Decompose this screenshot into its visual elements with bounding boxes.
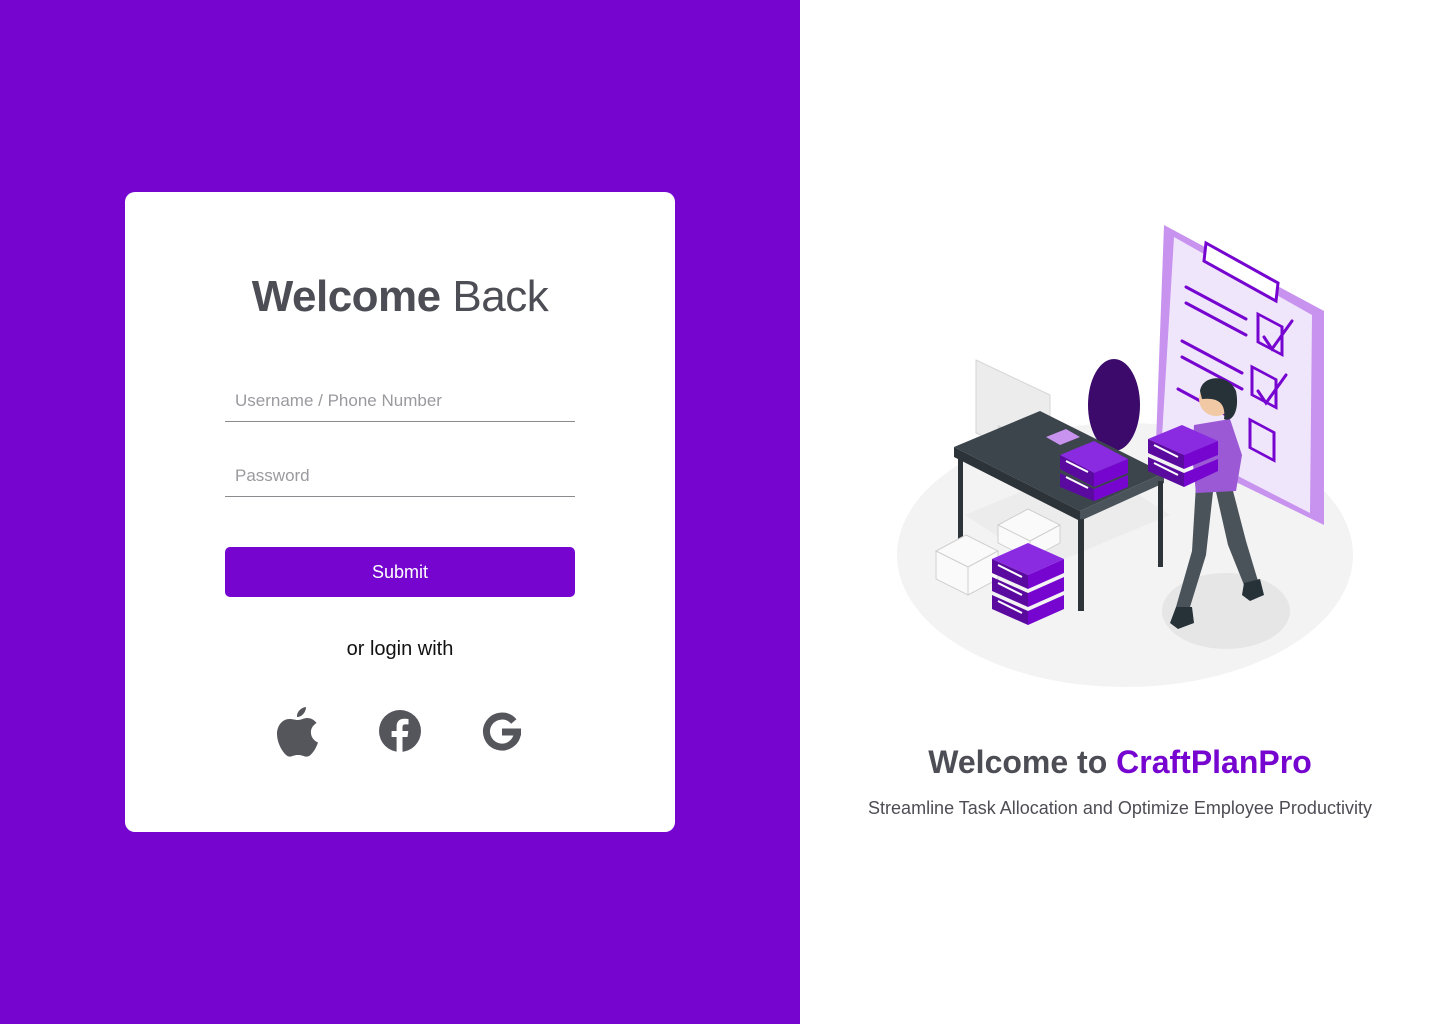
welcome-heading: Welcome to CraftPlanPro [800, 744, 1440, 781]
username-input[interactable] [225, 380, 575, 422]
apple-login-button[interactable] [268, 700, 328, 762]
alt-login-text: or login with [346, 638, 454, 660]
facebook-icon [379, 710, 421, 753]
login-title-bold: Welcome [251, 272, 441, 321]
welcome-prefix: Welcome to [928, 744, 1108, 780]
tagline: Streamline Task Allocation and Optimize … [868, 798, 1372, 818]
submit-button[interactable]: Submit [225, 547, 575, 597]
google-icon [483, 712, 521, 751]
office-illustration [897, 225, 1353, 687]
apple-icon [277, 707, 318, 757]
brand-name: CraftPlanPro [1116, 744, 1312, 780]
login-title-light: Back [452, 272, 549, 321]
password-input[interactable] [225, 455, 575, 497]
login-title: Welcome Back [0, 272, 800, 322]
google-login-button[interactable] [472, 700, 532, 762]
facebook-login-button[interactable] [370, 700, 430, 762]
